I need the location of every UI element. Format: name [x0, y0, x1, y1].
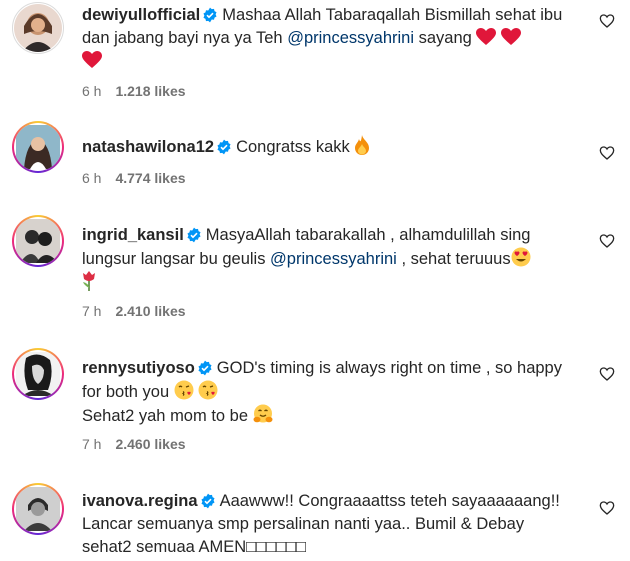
- heart-outline-icon[interactable]: [599, 366, 615, 382]
- heart-outline-icon[interactable]: [599, 500, 615, 516]
- heart-eyes-emoji-icon: [511, 247, 531, 267]
- verified-badge-icon: [201, 493, 215, 509]
- likes-count[interactable]: 2.460 likes: [115, 436, 185, 452]
- kissing-face-emoji-icon: [174, 380, 194, 400]
- comment-username[interactable]: ivanova.regina: [82, 492, 198, 510]
- comment-body: ingrid_kansil MasyaAllah tabarakallah , a…: [82, 224, 577, 295]
- comment-time[interactable]: 6 h: [82, 170, 101, 186]
- red-heart-emoji-icon: [501, 28, 521, 45]
- kissing-face-emoji-icon: [198, 380, 218, 400]
- comment-time[interactable]: 7 h: [82, 303, 101, 319]
- hugging-face-emoji-icon: [253, 404, 273, 423]
- avatar[interactable]: [12, 483, 64, 535]
- comment-text: , sehat teruuus: [401, 250, 511, 268]
- comment-text: sayang: [418, 29, 472, 47]
- likes-count[interactable]: 2.410 likes: [115, 303, 185, 319]
- likes-count[interactable]: 1.218 likes: [115, 83, 185, 99]
- comment-username[interactable]: natashawilona12: [82, 138, 214, 156]
- heart-outline-icon[interactable]: [599, 233, 615, 249]
- comment-body: ivanova.regina Aaawww!! Congraaaattss tet…: [82, 490, 577, 559]
- heart-outline-icon[interactable]: [599, 13, 615, 29]
- mention-link[interactable]: @princessyahrini: [287, 29, 414, 47]
- comment-body: natashawilona12 Congratss kakk: [82, 135, 577, 159]
- comment-text: Sehat2 yah mom to be: [82, 407, 249, 425]
- fire-emoji-icon: [355, 135, 370, 155]
- verified-badge-icon: [187, 227, 201, 243]
- tulip-emoji-icon: [83, 271, 95, 291]
- red-heart-emoji-icon: [82, 51, 102, 68]
- comment-meta: 7 h 2.410 likes: [82, 303, 186, 319]
- verified-badge-icon: [203, 7, 217, 23]
- avatar[interactable]: [12, 215, 64, 267]
- likes-count[interactable]: 4.774 likes: [115, 170, 185, 186]
- comment-body: rennysutiyoso GOD's timing is always righ…: [82, 357, 577, 428]
- comment-time[interactable]: 7 h: [82, 436, 101, 452]
- avatar[interactable]: [12, 348, 64, 400]
- red-heart-emoji-icon: [476, 28, 497, 45]
- avatar[interactable]: [12, 2, 64, 54]
- comment-body: dewiyullofficial Mashaa Allah Tabaraqalla…: [82, 4, 577, 73]
- comment-text: Congratss kakk: [236, 138, 350, 156]
- comment-meta: 6 h 4.774 likes: [82, 170, 186, 186]
- avatar[interactable]: [12, 121, 64, 173]
- mention-link[interactable]: @princessyahrini: [270, 250, 397, 268]
- comment-meta: 6 h 1.218 likes: [82, 83, 186, 99]
- comment-time[interactable]: 6 h: [82, 83, 101, 99]
- heart-outline-icon[interactable]: [599, 145, 615, 161]
- comment-username[interactable]: rennysutiyoso: [82, 359, 195, 377]
- comment-username[interactable]: ingrid_kansil: [82, 226, 184, 244]
- comment-meta: 7 h 2.460 likes: [82, 436, 186, 452]
- verified-badge-icon: [198, 360, 212, 376]
- verified-badge-icon: [217, 139, 231, 155]
- comment-username[interactable]: dewiyullofficial: [82, 6, 200, 24]
